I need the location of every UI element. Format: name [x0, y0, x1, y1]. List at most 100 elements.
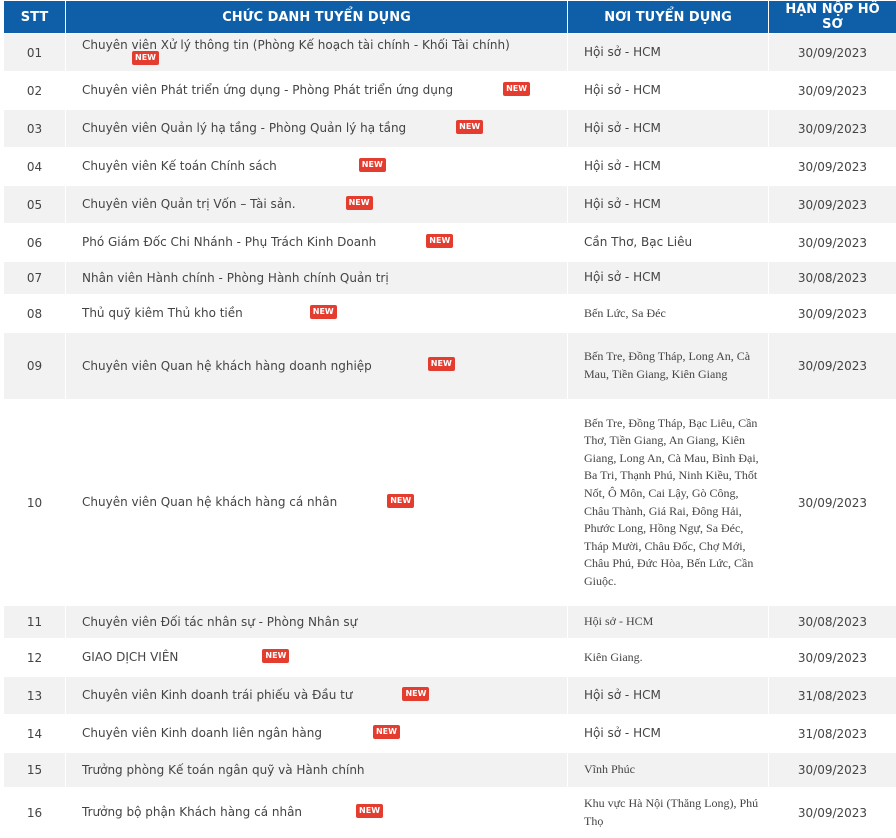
- table-row: 04 Chuyên viên Kế toán Chính sách NEW Hội s…: [3, 147, 896, 186]
- deadline-cell: 31/08/2023: [768, 714, 896, 753]
- deadline-cell: 30/09/2023: [768, 71, 896, 110]
- location-cell: Hội sở - HCM: [567, 714, 769, 753]
- job-title-cell: Chuyên viên Xử lý thông tin (Phòng Kế ho…: [65, 33, 568, 72]
- location-cell: Hội sở - HCM: [567, 185, 769, 224]
- job-title-cell: GIAO DỊCH VIÊN NEW: [65, 638, 568, 677]
- row-number: 06: [3, 223, 66, 262]
- deadline-cell: 30/09/2023: [768, 185, 896, 224]
- job-title-cell: Chuyên viên Quản trị Vốn – Tài sản. NEW: [65, 185, 568, 224]
- row-number: 10: [3, 399, 66, 606]
- job-title-cell: Chuyên viên Đối tác nhân sự - Phòng Nhân…: [65, 605, 568, 639]
- table-row: 15 Trưởng phòng Kế toán ngân quỹ và Hành …: [3, 752, 896, 788]
- header-row: STT CHỨC DANH TUYỂN DỤNG NƠI TUYỂN DỤNG …: [3, 0, 896, 34]
- job-title-link[interactable]: Chuyên viên Phát triển ứng dụng - Phòng …: [82, 83, 453, 97]
- job-title-link[interactable]: GIAO DỊCH VIÊN: [82, 650, 178, 664]
- job-title-cell: Chuyên viên Kế toán Chính sách NEW: [65, 147, 568, 186]
- deadline-cell: 31/08/2023: [768, 676, 896, 715]
- location-cell: Kiên Giang.: [567, 638, 769, 677]
- job-title-link[interactable]: Chuyên viên Kinh doanh liên ngân hàng: [82, 726, 322, 740]
- deadline-cell: 30/09/2023: [768, 33, 896, 72]
- deadline-cell: 30/09/2023: [768, 332, 896, 400]
- header-job-title: CHỨC DANH TUYỂN DỤNG: [65, 0, 568, 34]
- table-row: 03 Chuyên viên Quản lý hạ tầng - Phòng Qu…: [3, 109, 896, 148]
- row-number: 09: [3, 332, 66, 400]
- job-title-cell: Phó Giám Đốc Chi Nhánh - Phụ Trách Kinh …: [65, 223, 568, 262]
- job-title-link[interactable]: Chuyên viên Đối tác nhân sự - Phòng Nhân…: [82, 615, 357, 629]
- deadline-cell: 30/09/2023: [768, 787, 896, 838]
- row-number: 13: [3, 676, 66, 715]
- row-number: 15: [3, 752, 66, 788]
- new-badge: NEW: [132, 50, 159, 65]
- location-cell: Bến Tre, Đồng Tháp, Long An, Cà Mau, Tiề…: [567, 332, 769, 400]
- job-title-cell: Trưởng phòng Kế toán ngân quỹ và Hành ch…: [65, 752, 568, 788]
- location-cell: Vĩnh Phúc: [567, 752, 769, 788]
- job-title-link[interactable]: Chuyên viên Quan hệ khách hàng doanh ngh…: [82, 359, 372, 373]
- job-title-cell: Chuyên viên Kinh doanh trái phiếu và Đầu…: [65, 676, 568, 715]
- row-number: 12: [3, 638, 66, 677]
- location-cell: Hội sở - HCM: [567, 676, 769, 715]
- new-badge: NEW: [356, 803, 384, 818]
- job-title-link[interactable]: Nhân viên Hành chính - Phòng Hành chính …: [82, 271, 389, 285]
- row-number: 01: [3, 33, 66, 72]
- location-cell: Khu vực Hà Nội (Thăng Long), Phú Thọ: [567, 787, 769, 838]
- job-title-link[interactable]: Chuyên viên Quan hệ khách hàng cá nhân: [82, 495, 337, 509]
- location-cell: Hội sở - HCM: [567, 261, 769, 295]
- location-cell: Hội sở - HCM: [567, 71, 769, 110]
- location-cell: Hội sở - HCM: [567, 605, 769, 639]
- new-badge: NEW: [456, 119, 484, 134]
- job-title-link[interactable]: Trưởng bộ phận Khách hàng cá nhân: [82, 805, 302, 819]
- new-badge: NEW: [427, 357, 455, 372]
- table-header: STT CHỨC DANH TUYỂN DỤNG NƠI TUYỂN DỤNG …: [3, 0, 896, 34]
- new-badge: NEW: [309, 304, 337, 319]
- table-row: 13 Chuyên viên Kinh doanh trái phiếu và Đ…: [3, 676, 896, 715]
- deadline-cell: 30/09/2023: [768, 294, 896, 333]
- deadline-cell: 30/08/2023: [768, 605, 896, 639]
- new-badge: NEW: [387, 493, 415, 508]
- location-cell: Bến Lức, Sa Đéc: [567, 294, 769, 333]
- new-badge: NEW: [426, 233, 454, 248]
- location-cell: Hội sở - HCM: [567, 147, 769, 186]
- location-cell: Bến Tre, Đồng Tháp, Bạc Liêu, Cần Thơ, T…: [567, 399, 769, 606]
- job-title-cell: Trưởng bộ phận Khách hàng cá nhân NEW: [65, 787, 568, 838]
- job-title-link[interactable]: Phó Giám Đốc Chi Nhánh - Phụ Trách Kinh …: [82, 235, 376, 249]
- location-cell: Hội sở - HCM: [567, 33, 769, 72]
- new-badge: NEW: [503, 81, 531, 96]
- job-title-link[interactable]: Chuyên viên Quản lý hạ tầng - Phòng Quản…: [82, 121, 406, 135]
- new-badge: NEW: [262, 648, 290, 663]
- table-row: 11 Chuyên viên Đối tác nhân sự - Phòng Nh…: [3, 605, 896, 639]
- table-row: 02 Chuyên viên Phát triển ứng dụng - Phòn…: [3, 71, 896, 110]
- job-title-link[interactable]: Chuyên viên Quản trị Vốn – Tài sản.: [82, 197, 296, 211]
- job-title-link[interactable]: Chuyên viên Kinh doanh trái phiếu và Đầu…: [82, 688, 352, 702]
- job-title-cell: Chuyên viên Quan hệ khách hàng cá nhân NE…: [65, 399, 568, 606]
- table-row: 06 Phó Giám Đốc Chi Nhánh - Phụ Trách Kin…: [3, 223, 896, 262]
- table-row: 09 Chuyên viên Quan hệ khách hàng doanh n…: [3, 332, 896, 400]
- row-number: 04: [3, 147, 66, 186]
- job-title-cell: Chuyên viên Quản lý hạ tầng - Phòng Quản…: [65, 109, 568, 148]
- deadline-cell: 30/09/2023: [768, 223, 896, 262]
- job-title-link[interactable]: Trưởng phòng Kế toán ngân quỹ và Hành ch…: [82, 763, 365, 777]
- table-row: 01 Chuyên viên Xử lý thông tin (Phòng Kế …: [3, 33, 896, 72]
- row-number: 08: [3, 294, 66, 333]
- deadline-cell: 30/09/2023: [768, 638, 896, 677]
- job-title-cell: Thủ quỹ kiêm Thủ kho tiền NEW: [65, 294, 568, 333]
- table-row: 16 Trưởng bộ phận Khách hàng cá nhân NEW Kh…: [3, 787, 896, 838]
- new-badge: NEW: [402, 686, 430, 701]
- row-number: 02: [3, 71, 66, 110]
- job-title-link[interactable]: Chuyên viên Kế toán Chính sách: [82, 159, 277, 173]
- row-number: 11: [3, 605, 66, 639]
- header-deadline: HẠN NỘP HỒ SƠ: [768, 0, 896, 34]
- job-title-cell: Chuyên viên Quan hệ khách hàng doanh ngh…: [65, 332, 568, 400]
- row-number: 05: [3, 185, 66, 224]
- table-row: 12 GIAO DỊCH VIÊN NEW Kiên Giang. 30/09/2023: [3, 638, 896, 677]
- location-cell: Hội sở - HCM: [567, 109, 769, 148]
- header-location: NƠI TUYỂN DỤNG: [567, 0, 769, 34]
- table-row: 05 Chuyên viên Quản trị Vốn – Tài sản. NEW…: [3, 185, 896, 224]
- job-title-cell: Chuyên viên Kinh doanh liên ngân hàng NEW: [65, 714, 568, 753]
- job-title-cell: Nhân viên Hành chính - Phòng Hành chính …: [65, 261, 568, 295]
- job-title-link[interactable]: Thủ quỹ kiêm Thủ kho tiền: [82, 306, 243, 320]
- new-badge: NEW: [358, 157, 386, 172]
- table-row: 10 Chuyên viên Quan hệ khách hàng cá nhân…: [3, 399, 896, 606]
- table-row: 07 Nhân viên Hành chính - Phòng Hành chín…: [3, 261, 896, 295]
- row-number: 16: [3, 787, 66, 838]
- table-row: 08 Thủ quỹ kiêm Thủ kho tiền NEW Bến Lức, S…: [3, 294, 896, 333]
